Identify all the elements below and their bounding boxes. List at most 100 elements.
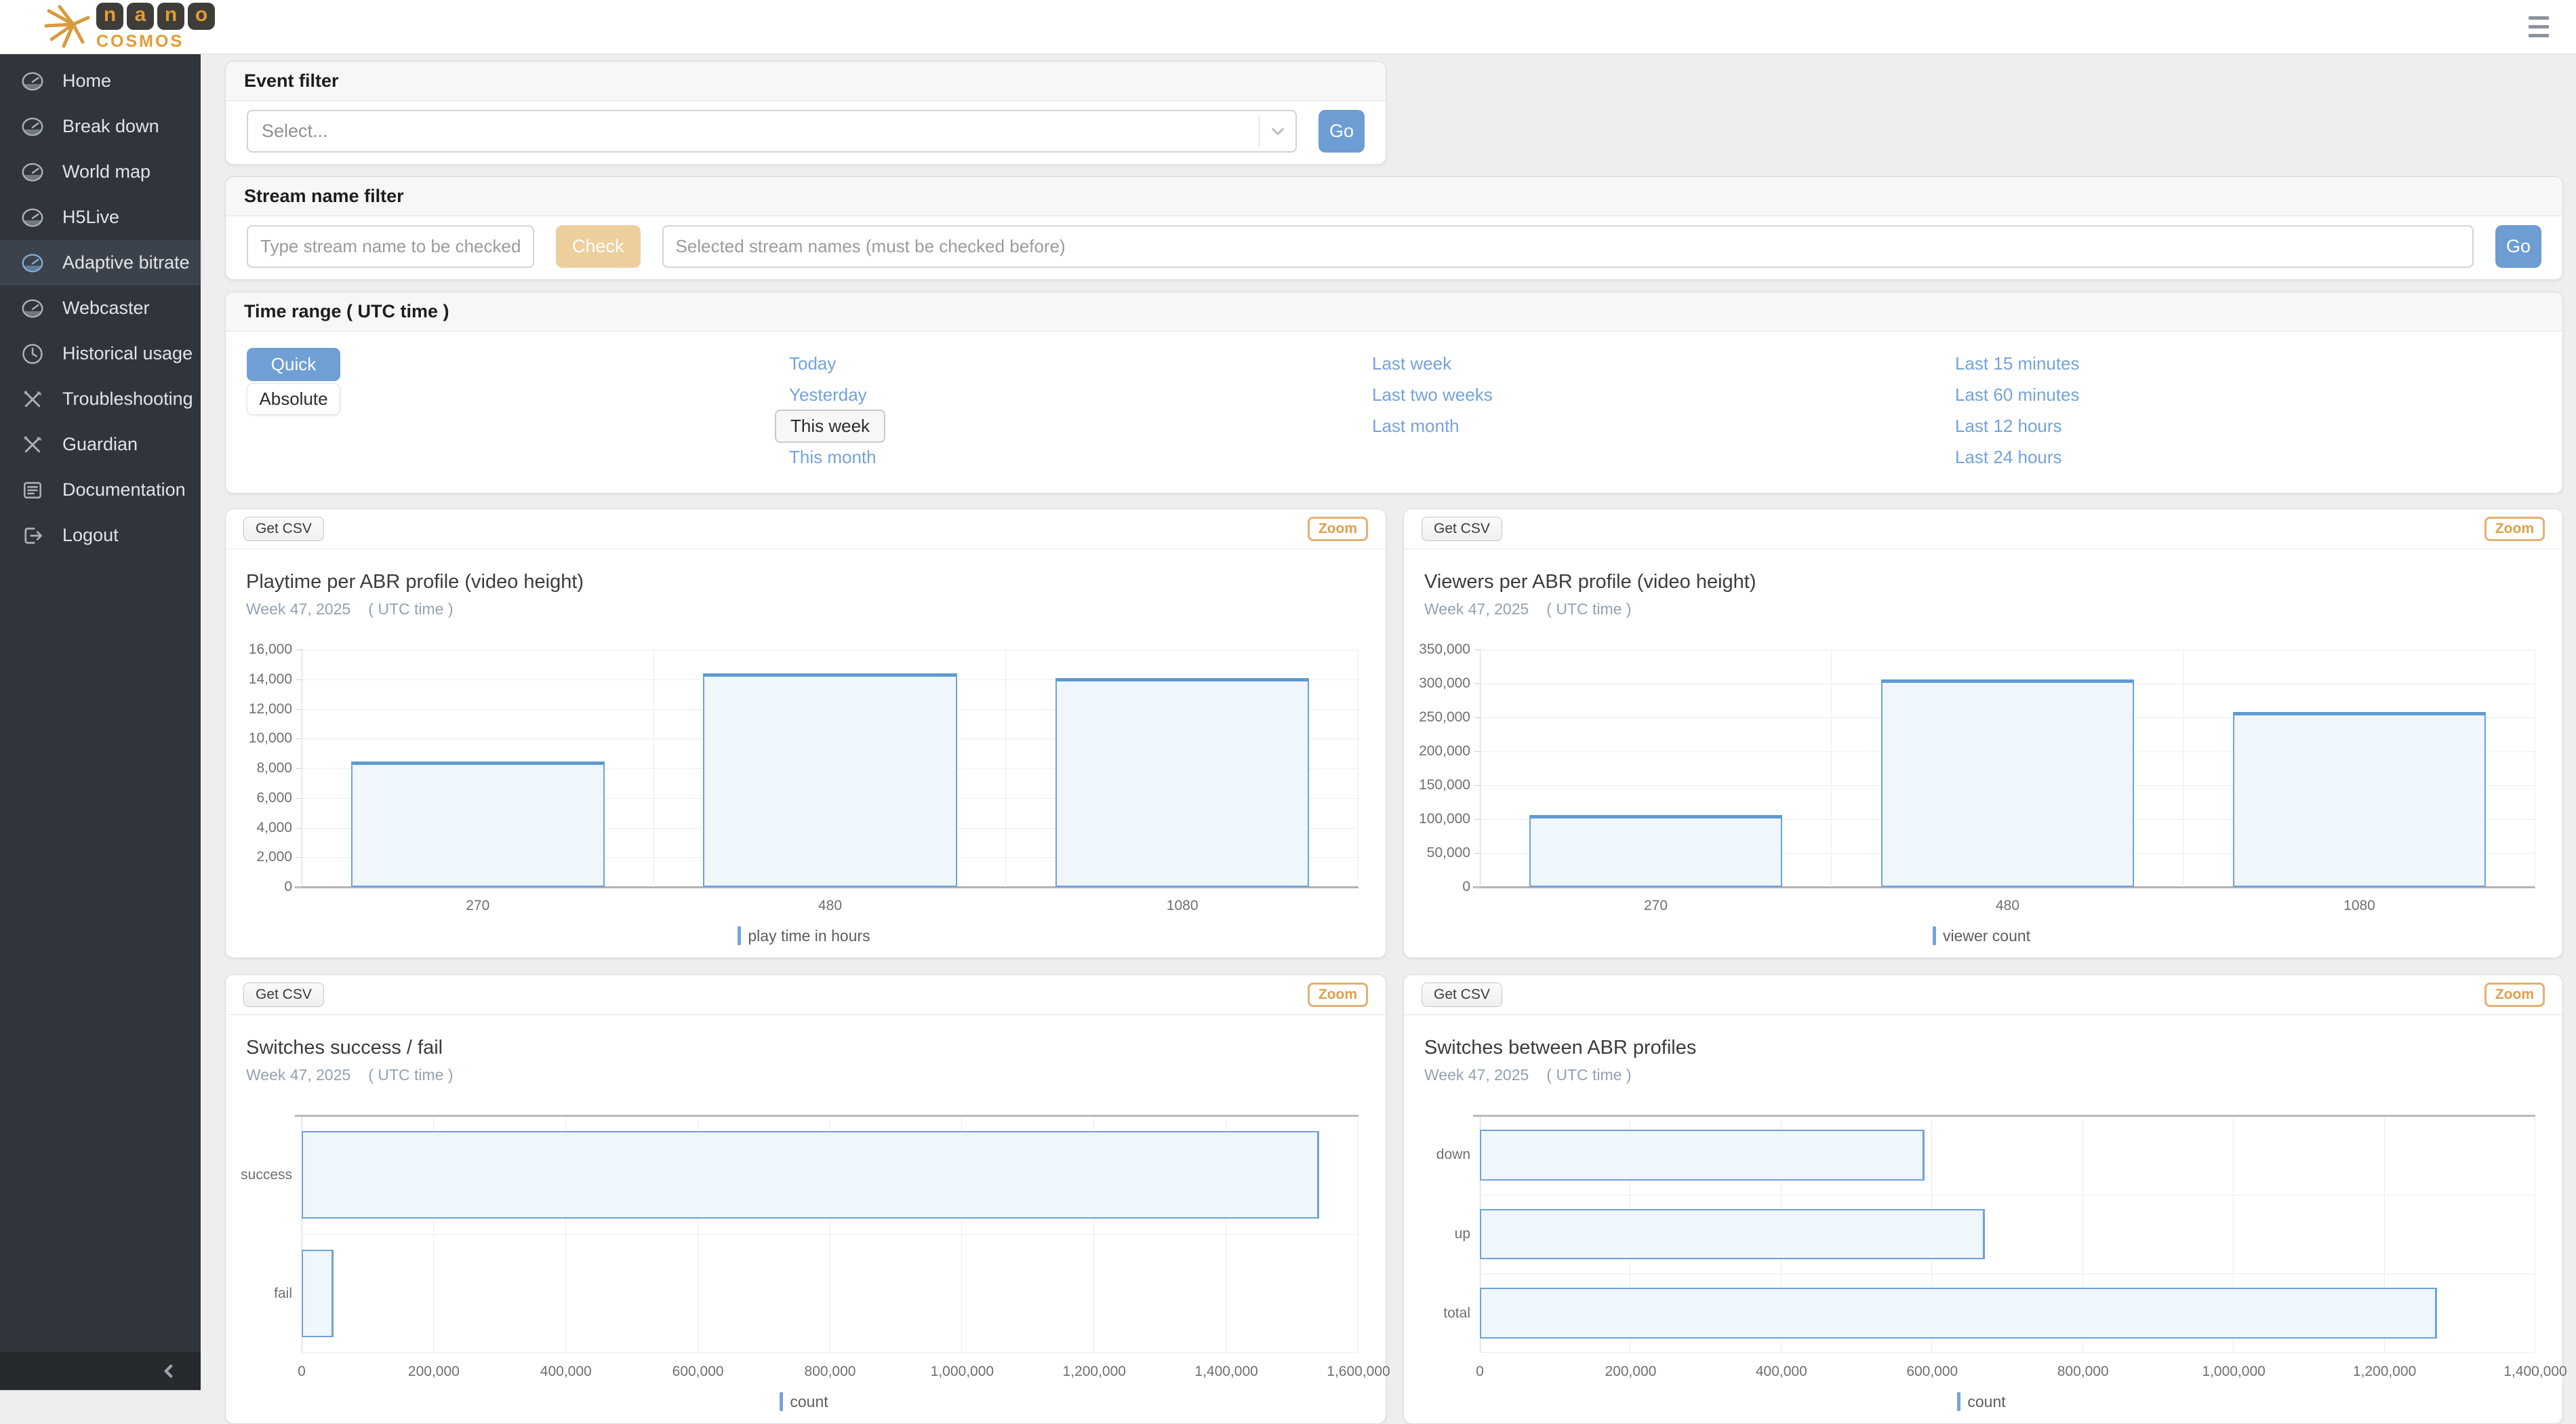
- x-tick-label: 480: [1996, 898, 2019, 914]
- link-this-month[interactable]: This month: [789, 447, 877, 468]
- time-range-column-3: Last 15 minutes Last 60 minutes Last 12 …: [1955, 348, 2538, 473]
- logout-icon: [20, 523, 45, 548]
- link-last-week[interactable]: Last week: [1372, 353, 1451, 374]
- sidebar-item-world-map[interactable]: World map: [0, 149, 201, 195]
- gauge-icon: [20, 69, 45, 94]
- chart-subtitle: Week 47, 2025( UTC time ): [1424, 1066, 2539, 1084]
- event-go-button[interactable]: Go: [1319, 110, 1365, 153]
- sidebar-item-h5live[interactable]: H5Live: [0, 195, 201, 240]
- gauge-icon: [20, 296, 45, 321]
- x-tick-label: 0: [1476, 1364, 1484, 1380]
- sidebar-collapse-button[interactable]: [0, 1352, 201, 1390]
- logo-letter-box: o: [188, 3, 215, 30]
- link-this-week[interactable]: This week: [775, 410, 885, 443]
- get-csv-button[interactable]: Get CSV: [243, 517, 324, 541]
- y-tick-label: 4,000: [256, 820, 292, 836]
- x-tick-label: 200,000: [1605, 1364, 1656, 1380]
- legend-label: count: [790, 1393, 828, 1411]
- sidebar-item-historical-usage[interactable]: Historical usage: [0, 331, 201, 376]
- y-tick-label: 200,000: [1419, 743, 1470, 759]
- check-button[interactable]: Check: [556, 225, 641, 268]
- sidebar-item-label: Adaptive bitrate: [62, 252, 190, 273]
- plot-bottom-line: [1480, 1352, 2535, 1353]
- sidebar-item-adaptive-bitrate[interactable]: Adaptive bitrate: [0, 240, 201, 285]
- sidebar-item-troubleshooting[interactable]: Troubleshooting: [0, 376, 201, 422]
- document-icon: [20, 478, 45, 502]
- quick-button[interactable]: Quick: [247, 348, 340, 381]
- link-last-15-minutes[interactable]: Last 15 minutes: [1955, 353, 2080, 374]
- bar-270: [351, 762, 605, 887]
- x-tick-label: 800,000: [805, 1364, 856, 1380]
- chart-legend[interactable]: viewer count: [1424, 926, 2539, 945]
- row-separator: [302, 1234, 1359, 1235]
- absolute-button[interactable]: Absolute: [247, 383, 340, 415]
- link-last-24-hours[interactable]: Last 24 hours: [1955, 447, 2062, 468]
- selected-streams-input[interactable]: [662, 225, 2474, 268]
- y-tick-label: 16,000: [249, 641, 292, 658]
- link-last-month[interactable]: Last month: [1372, 416, 1460, 437]
- x-tick-label: 1,000,000: [931, 1364, 994, 1380]
- bar-success: [302, 1131, 1319, 1219]
- zoom-button[interactable]: Zoom: [1308, 983, 1368, 1007]
- link-last-two-weeks[interactable]: Last two weeks: [1372, 384, 1493, 406]
- plot-area: 0200,000400,000600,000800,0001,000,0001,…: [1480, 1115, 2535, 1353]
- sidebar-item-documentation[interactable]: Documentation: [0, 467, 201, 513]
- time-range-column-2: Last week Last two weeks Last month: [1372, 348, 1955, 441]
- sidebar-item-logout[interactable]: Logout: [0, 513, 201, 558]
- link-yesterday[interactable]: Yesterday: [789, 384, 867, 406]
- event-select[interactable]: Select...: [247, 110, 1297, 153]
- y-tick-label: 0: [284, 879, 292, 895]
- legend-marker: [780, 1392, 783, 1411]
- sidebar-item-label: H5Live: [62, 207, 119, 228]
- chart-panel-viewers: Get CSV Zoom Viewers per ABR profile (vi…: [1403, 509, 2563, 958]
- chart-title: Switches success / fail: [246, 1037, 1362, 1059]
- x-tick-label: 0: [298, 1364, 306, 1380]
- link-last-12-hours[interactable]: Last 12 hours: [1955, 416, 2062, 437]
- axis-tick: [296, 887, 302, 888]
- menu-icon[interactable]: [2523, 11, 2554, 43]
- chart-panel-switches-success-fail: Get CSV Zoom Switches success / fail Wee…: [225, 974, 1386, 1424]
- legend-marker: [1933, 926, 1936, 945]
- y-axis-line: [1480, 650, 1481, 887]
- sidebar-item-break-down[interactable]: Break down: [0, 104, 201, 149]
- get-csv-button[interactable]: Get CSV: [1422, 983, 1502, 1007]
- clock-icon: [20, 342, 45, 366]
- axis-tick: [296, 679, 302, 680]
- chart-panel-switches-abr: Get CSV Zoom Switches between ABR profil…: [1403, 974, 2563, 1424]
- zoom-button[interactable]: Zoom: [2484, 983, 2545, 1007]
- axis-tick: [1474, 785, 1480, 786]
- nanocosmos-logo[interactable]: n a n o COSMOS: [43, 3, 215, 52]
- sidebar-item-webcaster[interactable]: Webcaster: [0, 285, 201, 331]
- chart-legend[interactable]: count: [246, 1392, 1362, 1411]
- stream-go-button[interactable]: Go: [2495, 225, 2541, 268]
- plot-area: 050,000100,000150,000200,000250,000300,0…: [1480, 650, 2535, 887]
- x-tick-label: 1,600,000: [1327, 1364, 1390, 1380]
- chart-legend[interactable]: count: [1424, 1392, 2539, 1411]
- get-csv-button[interactable]: Get CSV: [1422, 517, 1502, 541]
- axis-tick: [1474, 887, 1480, 888]
- zoom-button[interactable]: Zoom: [2484, 517, 2545, 541]
- link-last-60-minutes[interactable]: Last 60 minutes: [1955, 384, 2080, 406]
- time-range-panel: Time range ( UTC time ) Quick Absolute T…: [225, 292, 2563, 494]
- x-tick-label: 270: [466, 898, 489, 914]
- x-tick-label: 400,000: [1756, 1364, 1807, 1380]
- x-tick-label: 800,000: [2057, 1364, 2109, 1380]
- zoom-button[interactable]: Zoom: [1308, 517, 1368, 541]
- logo-letter-box: a: [127, 3, 154, 30]
- axis-tick: [296, 828, 302, 829]
- sidebar-item-guardian[interactable]: Guardian: [0, 422, 201, 467]
- bar-total: [1480, 1288, 2437, 1339]
- tools-icon: [20, 433, 45, 457]
- y-tick-label: 100,000: [1419, 811, 1470, 827]
- charts-grid: Get CSV Zoom Playtime per ABR profile (v…: [225, 509, 2563, 1424]
- stream-name-input[interactable]: [247, 225, 534, 268]
- chart-legend[interactable]: play time in hours: [246, 926, 1362, 945]
- main-content: Event filter Select... Go Stream name fi…: [201, 54, 2576, 1390]
- get-csv-button[interactable]: Get CSV: [243, 983, 324, 1007]
- y-tick-label: 300,000: [1419, 675, 1470, 692]
- y-tick-label: 0: [1462, 879, 1470, 895]
- plot-area: 0200,000400,000600,000800,0001,000,0001,…: [302, 1115, 1359, 1353]
- link-today[interactable]: Today: [789, 353, 836, 374]
- x-tick-label: 270: [1644, 898, 1668, 914]
- sidebar-item-home[interactable]: Home: [0, 58, 201, 104]
